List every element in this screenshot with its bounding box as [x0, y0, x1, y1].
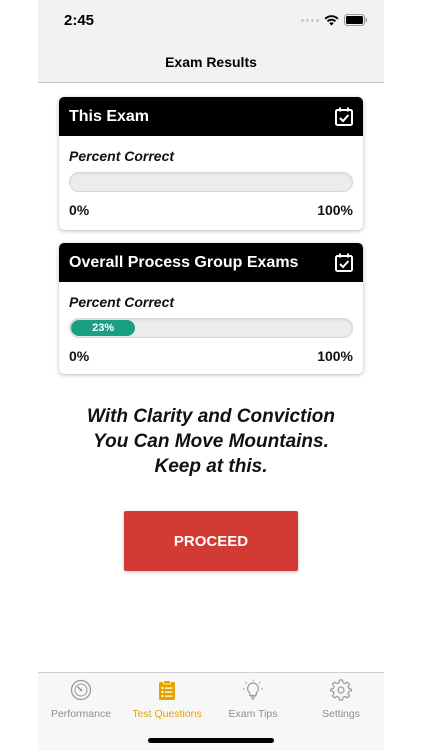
tab-test-questions[interactable]: Test Questions: [124, 679, 210, 720]
gauge-icon: [70, 679, 92, 701]
message-line: With Clarity and Conviction: [87, 406, 335, 427]
card-header: This Exam: [59, 97, 363, 136]
percent-correct-label: Percent Correct: [69, 148, 175, 164]
tab-label: Test Questions: [132, 708, 202, 720]
proceed-button[interactable]: PROCEED: [124, 511, 298, 571]
motivation-message: With Clarity and Conviction You Can Move…: [38, 404, 384, 479]
message-line: You Can Move Mountains.: [93, 431, 329, 452]
percent-correct-label: Percent Correct: [69, 294, 175, 310]
status-icons: [301, 14, 368, 26]
status-bar: 2:45: [38, 0, 384, 42]
signal-icon: [301, 18, 319, 22]
navigation-bar: Exam Results: [38, 42, 384, 83]
calendar-check-icon: [335, 107, 353, 126]
progress-bar: 23%: [69, 318, 353, 338]
tab-label: Performance: [50, 708, 112, 720]
home-indicator: [148, 738, 274, 743]
app-screen: 2:45 Exam Results This Exam Percent Corr…: [38, 0, 384, 751]
status-time: 2:45: [64, 12, 95, 29]
wifi-icon: [324, 14, 339, 25]
progress-max-label: 100%: [317, 348, 353, 364]
card-title: This Exam: [69, 108, 150, 125]
progress-min-label: 0%: [69, 202, 90, 218]
calendar-check-icon: [335, 253, 353, 272]
page-title: Exam Results: [165, 54, 257, 70]
lightbulb-icon: [243, 679, 263, 700]
progress-bar: [69, 172, 353, 192]
overall-exams-card: Overall Process Group Exams Percent Corr…: [59, 243, 363, 374]
this-exam-card: This Exam Percent Correct 0% 100%: [59, 97, 363, 230]
card-title: Overall Process Group Exams: [69, 254, 299, 271]
progress-min-label: 0%: [69, 348, 90, 364]
gear-icon: [329, 679, 353, 701]
tab-label: Settings: [322, 708, 360, 720]
tab-bar: Performance Test Questions Exam Tips Set…: [38, 672, 384, 751]
tab-exam-tips[interactable]: Exam Tips: [210, 679, 296, 720]
card-header: Overall Process Group Exams: [59, 243, 363, 282]
battery-icon: [344, 14, 367, 26]
progress-max-label: 100%: [317, 202, 353, 218]
tab-label: Exam Tips: [228, 708, 278, 720]
progress-fill: 23%: [71, 320, 136, 336]
tab-performance[interactable]: Performance: [38, 679, 124, 720]
tab-settings[interactable]: Settings: [298, 679, 384, 720]
message-line: Keep at this.: [154, 456, 268, 477]
clipboard-list-icon: [159, 680, 175, 700]
